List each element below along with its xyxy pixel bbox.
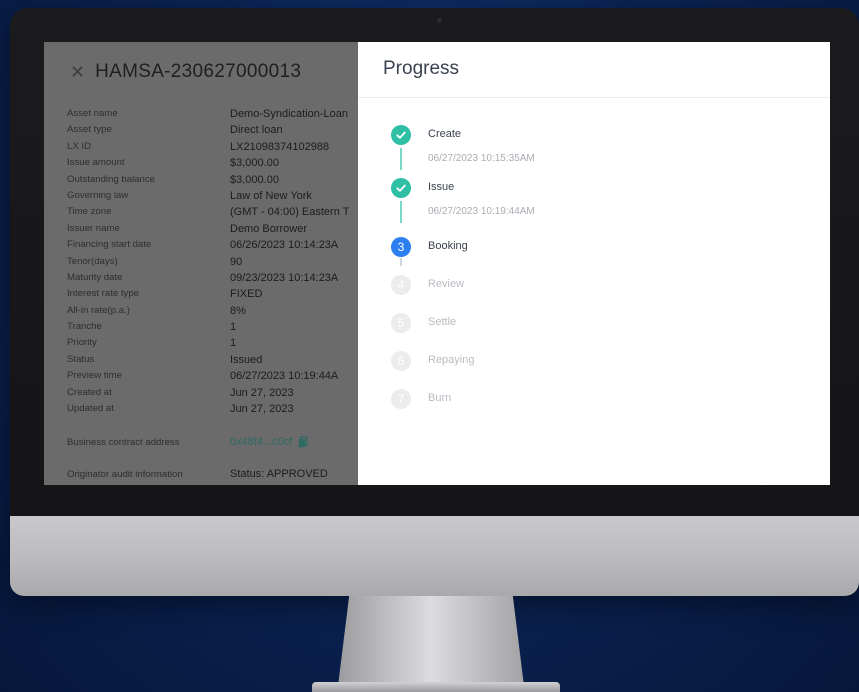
field-priority: Priority 1 xyxy=(67,337,358,353)
field-value: 06/26/2023 10:14:23A xyxy=(230,239,339,252)
field-value: $3,000.00 xyxy=(230,173,279,186)
detail-header: ✕ HAMSA-230627000013 xyxy=(70,60,301,84)
monitor-stand-base xyxy=(312,682,560,692)
field-interest-rate-type: Interest rate type FIXED xyxy=(67,288,358,304)
detail-fields: Asset name Demo-Syndication-Loan Asset ty… xyxy=(67,108,358,485)
field-label: Updated at xyxy=(67,403,114,415)
field-value: 8% xyxy=(230,304,246,317)
field-asset-name: Asset name Demo-Syndication-Loan xyxy=(67,108,358,124)
field-value: Jun 27, 2023 xyxy=(230,403,294,416)
field-label: Priority xyxy=(67,337,97,349)
check-icon xyxy=(391,125,411,145)
step-number-badge: 4 xyxy=(391,275,411,295)
step-number-badge: 7 xyxy=(391,389,411,409)
field-value: Jun 27, 2023 xyxy=(230,386,294,399)
field-financing-start-date: Financing start date 06/26/2023 10:14:23A xyxy=(67,239,358,255)
contract-address-link[interactable]: 0x48f4...c0cf xyxy=(230,436,292,448)
field-label: Maturity date xyxy=(67,271,123,283)
field-label: Issuer name xyxy=(67,222,120,234)
progress-drawer: Progress Create 06/27/2023 10:15:35AM Is… xyxy=(358,42,830,485)
field-value: (GMT - 04:00) Eastern T xyxy=(230,206,350,219)
step-connector xyxy=(400,201,402,223)
field-label: Time zone xyxy=(67,206,112,218)
field-audit-info: Originator audit information Status: APP… xyxy=(67,458,358,485)
field-value: Issued xyxy=(230,353,263,366)
field-issuer-name: Issuer name Demo Borrower xyxy=(67,223,358,239)
field-label: Outstanding balance xyxy=(67,173,156,185)
field-value: $3,000.00 xyxy=(230,157,279,170)
step-label: Booking xyxy=(428,240,468,252)
step-number-badge: 5 xyxy=(391,313,411,333)
step-time: 06/27/2023 10:19:44AM xyxy=(428,206,535,217)
asset-detail-panel: ✕ HAMSA-230627000013 Asset name Demo-Synd… xyxy=(44,42,358,485)
field-label: Financing start date xyxy=(67,239,152,251)
field-value: 1 xyxy=(230,337,237,350)
field-label: Business contract address xyxy=(67,436,180,448)
field-all-in-rate: All-in rate(p.a.) 8% xyxy=(67,305,358,321)
field-label: Issue amount xyxy=(67,157,125,169)
field-label: All-in rate(p.a.) xyxy=(67,304,130,316)
field-value: 09/23/2023 10:14:23A xyxy=(230,271,339,284)
field-label: Tranche xyxy=(67,321,102,333)
field-issue-amount: Issue amount $3,000.00 xyxy=(67,157,358,173)
field-outstanding-balance: Outstanding balance $3,000.00 xyxy=(67,174,358,190)
step-connector xyxy=(400,258,402,266)
field-value: 90 xyxy=(230,255,243,268)
field-label: Interest rate type xyxy=(67,288,139,300)
field-maturity-date: Maturity date 09/23/2023 10:14:23A xyxy=(67,272,358,288)
step-label: Repaying xyxy=(428,354,475,366)
field-value: FIXED xyxy=(230,288,263,301)
monitor-stand xyxy=(338,596,524,686)
step-label: Create xyxy=(428,128,462,140)
progress-title: Progress xyxy=(383,58,460,79)
field-time-zone: Time zone (GMT - 04:00) Eastern T xyxy=(67,206,358,222)
field-label: Originator audit information xyxy=(67,468,183,480)
field-value: Status: APPROVED xyxy=(230,468,328,481)
field-value: 06/27/2023 10:19:44A xyxy=(230,370,339,383)
step-number-badge: 3 xyxy=(391,237,411,257)
field-value: Law of New York xyxy=(230,189,312,202)
field-label: Asset name xyxy=(67,108,118,119)
monitor: ✕ HAMSA-230627000013 Asset name Demo-Synd… xyxy=(10,8,859,596)
field-label: LX ID xyxy=(67,140,91,152)
field-preview-time: Preview time 06/27/2023 10:19:44A xyxy=(67,370,358,386)
camera-dot xyxy=(437,18,442,23)
field-value: Demo-Syndication-Loan xyxy=(230,108,349,120)
step-label: Review xyxy=(428,278,465,290)
contract-address-value-wrap: 0x48f4...c0cf xyxy=(230,436,309,448)
field-governing-law: Governing law Law of New York xyxy=(67,190,358,206)
step-label: Issue xyxy=(428,181,455,193)
step-label: Settle xyxy=(428,316,457,328)
field-label: Tenor(days) xyxy=(67,255,118,267)
field-asset-type: Asset type Direct loan xyxy=(67,124,358,140)
field-value: 1 xyxy=(230,321,237,334)
field-value: Direct loan xyxy=(230,124,283,137)
step-label: Burn xyxy=(428,392,452,404)
field-label: Status xyxy=(67,353,95,365)
step-connector xyxy=(400,148,402,170)
field-updated-at: Updated at Jun 27, 2023 xyxy=(67,403,358,419)
field-label: Created at xyxy=(67,386,112,398)
step-number-badge: 6 xyxy=(391,351,411,371)
field-label: Governing law xyxy=(67,189,129,201)
field-label: Asset type xyxy=(67,124,112,136)
monitor-chin xyxy=(10,516,859,596)
check-icon xyxy=(391,178,411,198)
field-value: LX21098374102988 xyxy=(230,140,330,153)
close-icon[interactable]: ✕ xyxy=(70,63,85,81)
step-time: 06/27/2023 10:15:35AM xyxy=(428,153,535,164)
asset-id-title: HAMSA-230627000013 xyxy=(95,61,302,82)
field-status: Status Issued xyxy=(67,354,358,370)
divider xyxy=(358,97,830,98)
field-contract-address: Business contract address 0x48f4...c0cf xyxy=(67,426,358,458)
copy-icon[interactable] xyxy=(298,436,309,448)
field-label: Preview time xyxy=(67,370,122,382)
field-value: Demo Borrower xyxy=(230,222,308,235)
field-tranche: Tranche 1 xyxy=(67,321,358,337)
field-lx-id: LX ID LX21098374102988 xyxy=(67,141,358,157)
field-created-at: Created at Jun 27, 2023 xyxy=(67,387,358,403)
screen: ✕ HAMSA-230627000013 Asset name Demo-Synd… xyxy=(44,42,830,485)
field-tenor: Tenor(days) 90 xyxy=(67,256,358,272)
